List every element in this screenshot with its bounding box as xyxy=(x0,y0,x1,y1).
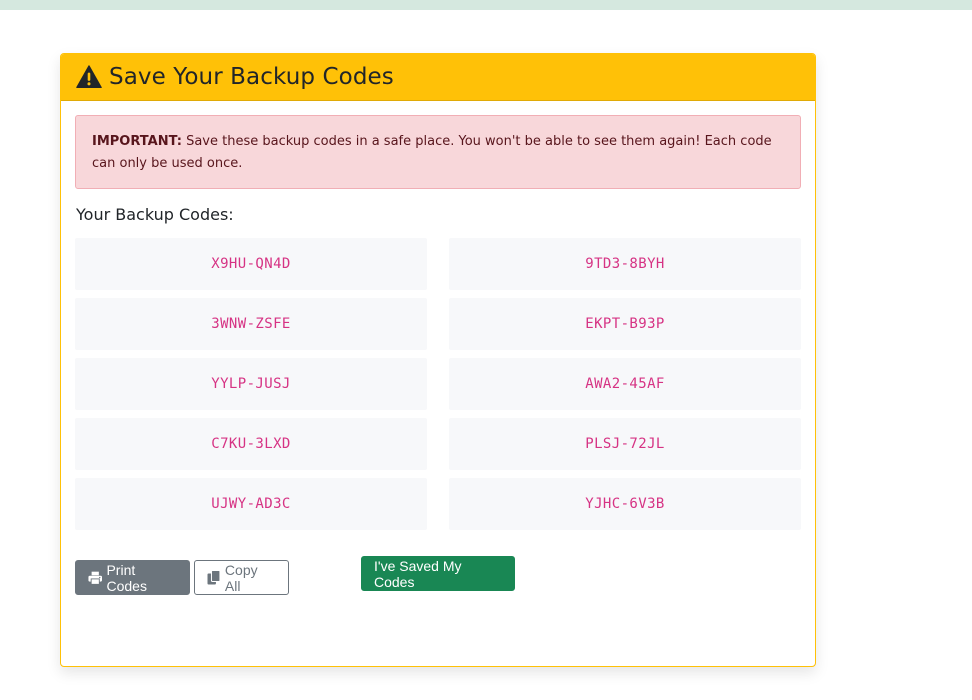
print-codes-label: Print Codes xyxy=(106,561,147,594)
codes-grid: X9HU-QN4D 9TD3-8BYH 3WNW-ZSFE EKPT-B93P … xyxy=(75,238,801,530)
alert-text: Save these backup codes in a safe place.… xyxy=(92,134,772,171)
backup-code: X9HU-QN4D xyxy=(75,238,427,290)
card-header: Save Your Backup Codes xyxy=(61,54,815,101)
card-title: Save Your Backup Codes xyxy=(109,64,394,90)
backup-code: 3WNW-ZSFE xyxy=(75,298,427,350)
backup-code: YJHC-6V3B xyxy=(449,478,801,530)
backup-code: AWA2-45AF xyxy=(449,358,801,410)
top-strip xyxy=(0,0,972,10)
saved-codes-button[interactable]: I've Saved My Codes xyxy=(361,556,515,591)
backup-code: 9TD3-8BYH xyxy=(449,238,801,290)
warning-triangle-icon xyxy=(76,65,102,89)
copy-icon xyxy=(207,570,221,585)
saved-codes-label: I've Saved My Codes xyxy=(374,557,462,590)
backup-codes-card: Save Your Backup Codes IMPORTANT: Save t… xyxy=(60,53,816,667)
copy-all-label: Copy All xyxy=(224,561,258,594)
backup-code: YYLP-JUSJ xyxy=(75,358,427,410)
card-body: IMPORTANT: Save these backup codes in a … xyxy=(61,101,815,595)
backup-code: EKPT-B93P xyxy=(449,298,801,350)
backup-code: UJWY-AD3C xyxy=(75,478,427,530)
printer-icon xyxy=(88,571,103,585)
alert-strong: IMPORTANT: xyxy=(92,134,182,149)
copy-all-button[interactable]: Copy All xyxy=(194,560,289,595)
backup-code: C7KU-3LXD xyxy=(75,418,427,470)
print-codes-button[interactable]: Print Codes xyxy=(75,560,190,595)
important-alert: IMPORTANT: Save these backup codes in a … xyxy=(75,115,801,189)
backup-code: PLSJ-72JL xyxy=(449,418,801,470)
codes-title: Your Backup Codes: xyxy=(76,205,234,224)
